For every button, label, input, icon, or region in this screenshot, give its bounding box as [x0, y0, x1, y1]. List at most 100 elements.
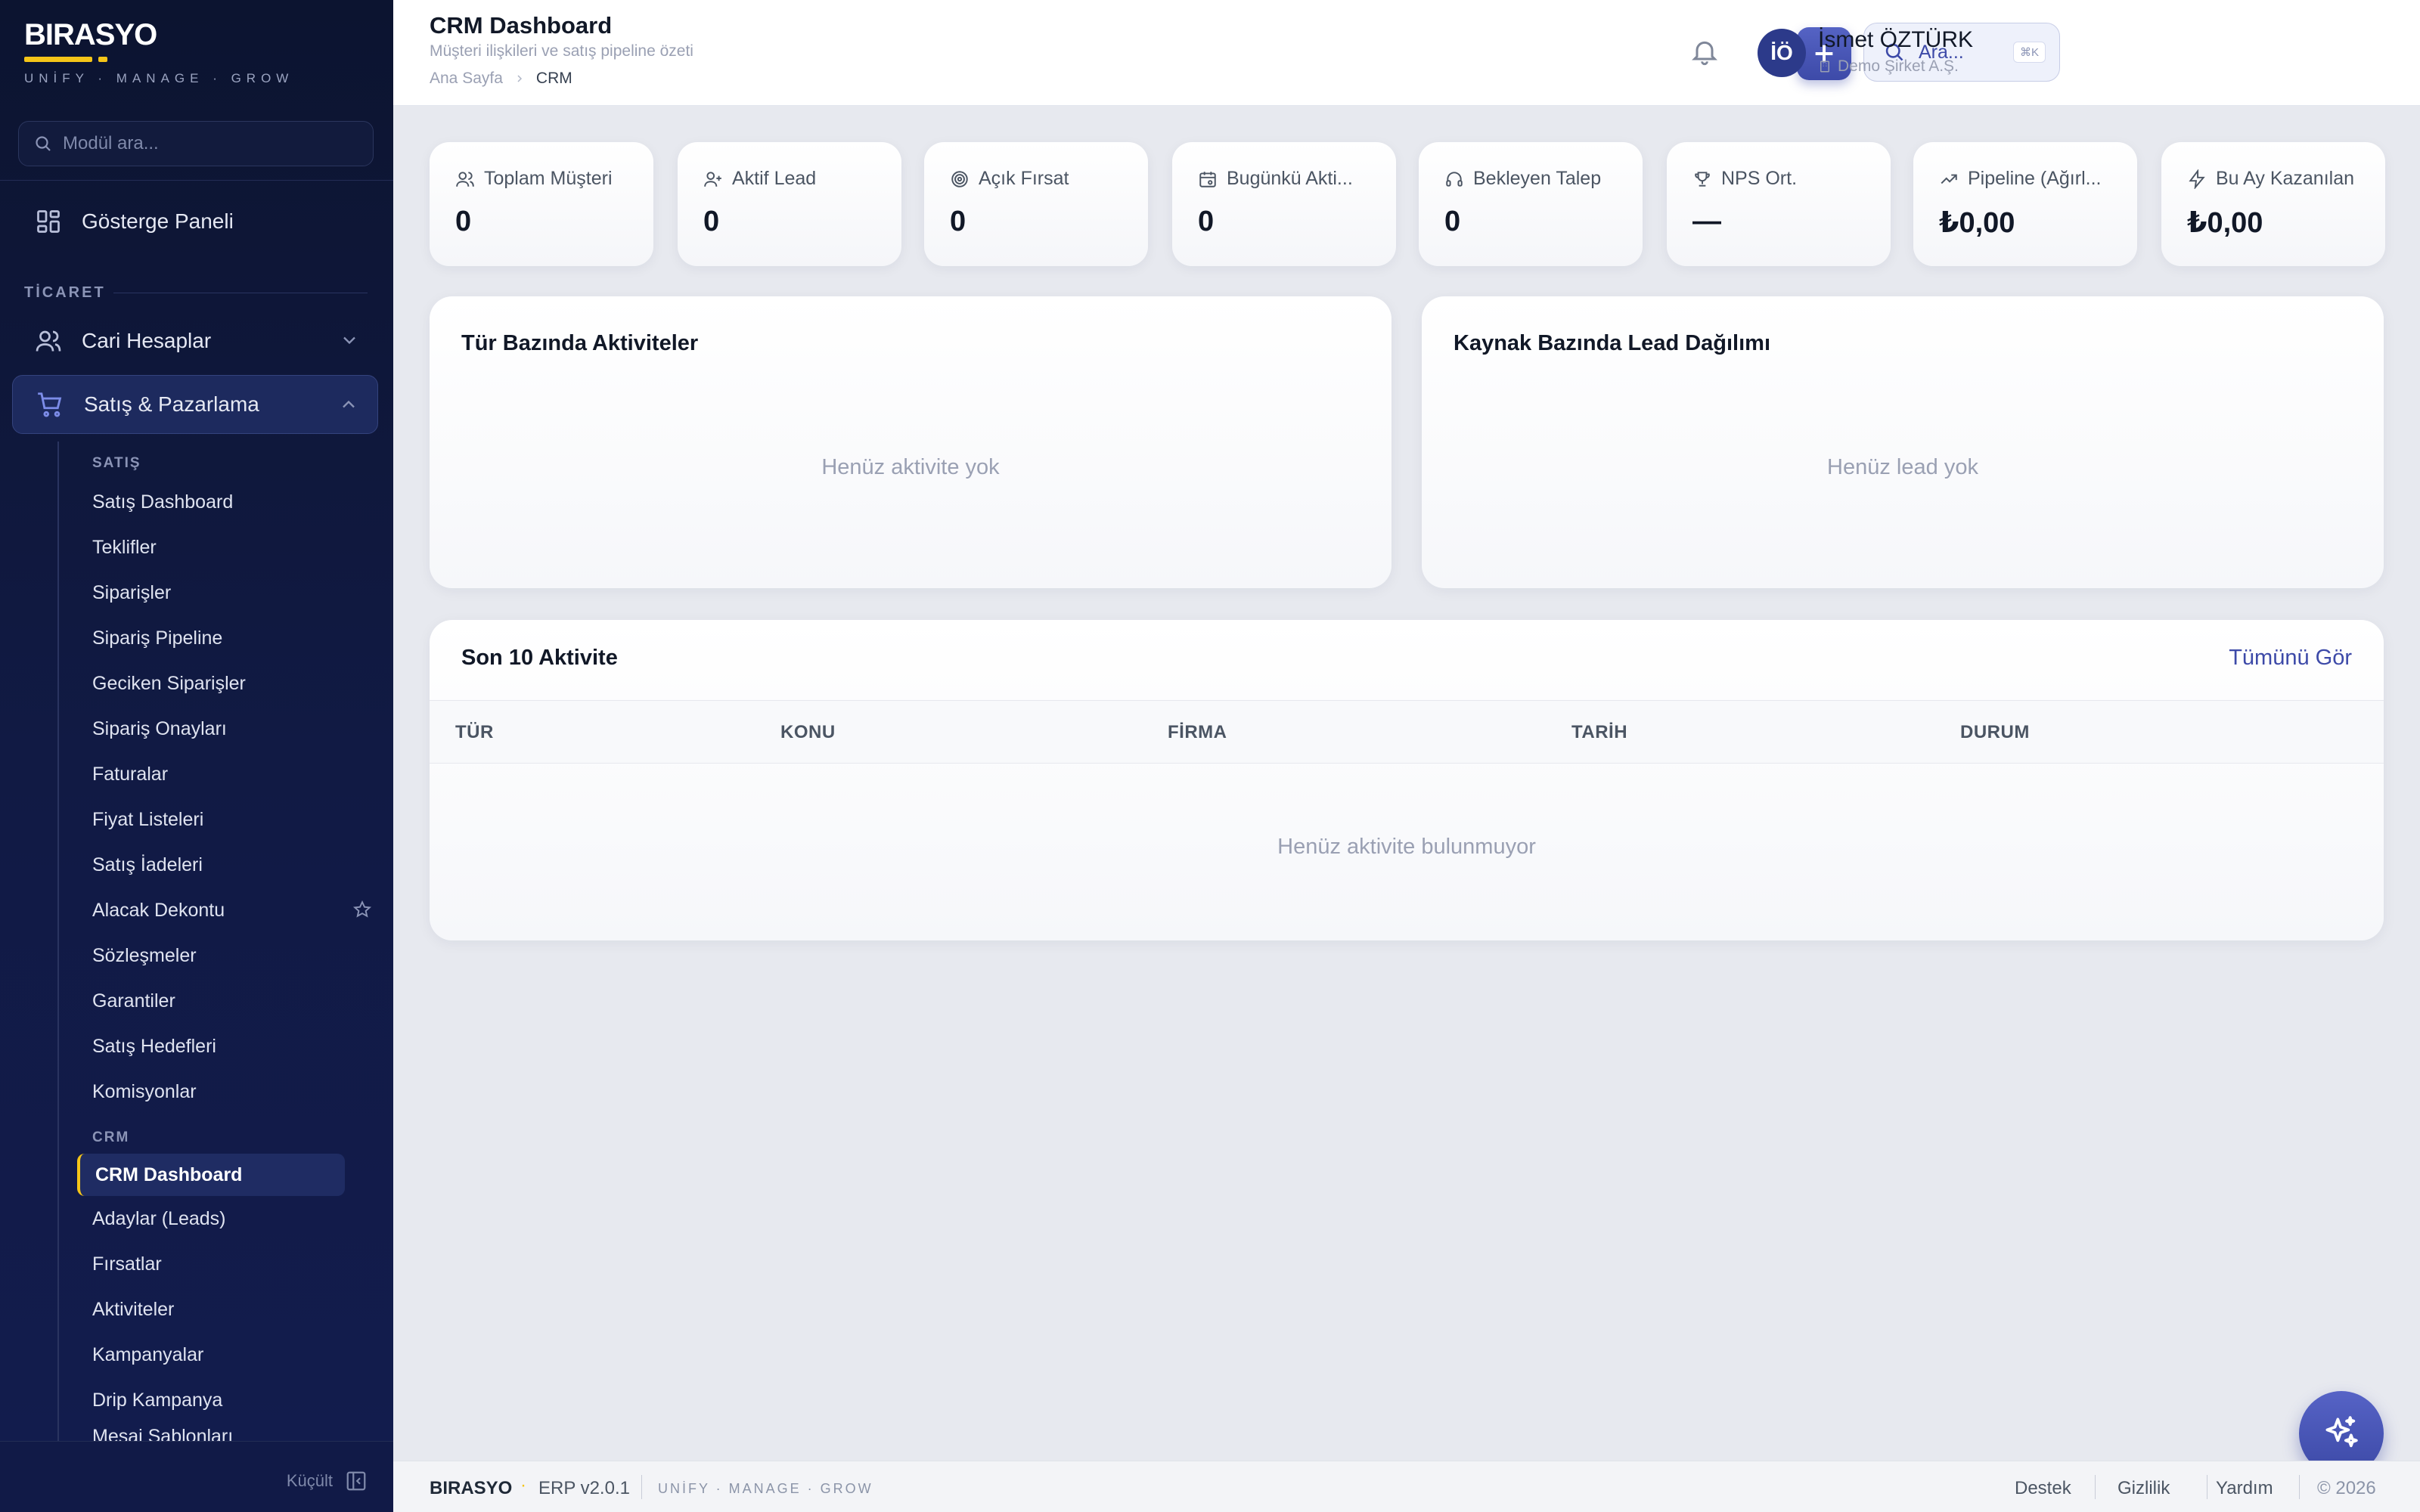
panel-title: Kaynak Bazında Lead Dağılımı: [1454, 331, 1771, 355]
stat-label-text: Bu Ay Kazanılan: [2216, 168, 2355, 189]
stat-value: ₺0,00: [1939, 207, 2015, 239]
stat-label-text: Bugünkü Akti...: [1227, 168, 1353, 189]
leads-by-source-panel: Kaynak Bazında Lead Dağılımı Henüz lead …: [1422, 296, 2384, 588]
footer-divider: [2299, 1475, 2300, 1499]
submenu-item-crm-dashboard[interactable]: CRM Dashboard: [77, 1154, 345, 1196]
stat-value: 0: [1444, 206, 1461, 237]
footer-brand: BIRASYO: [430, 1478, 513, 1498]
stat-label: Bugünkü Akti...: [1198, 168, 1353, 190]
stat-card-bugunku-aktivite[interactable]: Bugünkü Akti... 0: [1172, 142, 1396, 266]
submenu-item[interactable]: Siparişler: [92, 572, 372, 614]
column-header-konu[interactable]: KONU: [780, 722, 836, 743]
submenu-item[interactable]: Fırsatlar: [92, 1243, 372, 1285]
stat-value: 0: [455, 206, 472, 237]
column-header-tur[interactable]: TÜR: [455, 722, 494, 743]
brand-name: BIRASYO: [24, 18, 157, 51]
submenu-item[interactable]: Faturalar: [92, 753, 372, 795]
trending-up-icon: [1941, 174, 1957, 184]
sidebar-item-dashboard[interactable]: Gösterge Paneli: [12, 192, 378, 251]
sidebar: BIRASYO UNİFY · MANAGE · GROW Gösterge P…: [0, 0, 393, 1512]
sidebar-item-satis[interactable]: Satış & Pazarlama: [12, 375, 378, 434]
panel-title: Son 10 Aktivite: [461, 646, 618, 670]
submenu-item[interactable]: Aktiviteler: [92, 1288, 372, 1331]
stat-card-nps[interactable]: NPS Ort. —: [1667, 142, 1891, 266]
stat-label: Pipeline (Ağırl...: [1939, 168, 2101, 190]
stat-card-bekleyen-talep[interactable]: Bekleyen Talep 0: [1419, 142, 1643, 266]
brand-underline: [24, 57, 293, 62]
submenu-item[interactable]: Garantiler: [92, 980, 372, 1022]
users-icon: [36, 330, 61, 352]
submenu-item[interactable]: Kampanyalar: [92, 1334, 372, 1376]
chevron-up-icon: [343, 400, 355, 408]
submenu-item[interactable]: Adaylar (Leads): [92, 1198, 372, 1240]
brand-tagline: UNİFY · MANAGE · GROW: [24, 71, 294, 85]
stat-card-bu-ay-kazanilan[interactable]: Bu Ay Kazanılan ₺0,00: [2161, 142, 2385, 266]
submenu-item[interactable]: Komisyonlar: [92, 1070, 372, 1113]
user-company: Demo Şirket A.Ş.: [1818, 57, 1959, 76]
stat-card-toplam-musteri[interactable]: Toplam Müşteri 0: [430, 142, 653, 266]
breadcrumb-home[interactable]: Ana Sayfa: [430, 70, 503, 88]
brand-logo[interactable]: BIRASYO UNİFY · MANAGE · GROW: [24, 18, 293, 86]
submenu-item[interactable]: Sipariş Pipeline: [92, 617, 372, 659]
submenu-item[interactable]: Geciken Siparişler: [92, 662, 372, 705]
stat-value: —: [1692, 206, 1721, 237]
submenu-item[interactable]: Sözleşmeler: [92, 934, 372, 977]
star-icon[interactable]: [352, 900, 372, 919]
stat-card-pipeline[interactable]: Pipeline (Ağırl... ₺0,00: [1913, 142, 2137, 266]
stat-label: Açık Fırsat: [950, 168, 1069, 190]
submenu-item[interactable]: Teklifler: [92, 526, 372, 569]
empty-state-message: Henüz aktivite yok: [821, 455, 1000, 479]
column-header-tarih[interactable]: TARİH: [1571, 722, 1627, 743]
user-name[interactable]: İsmet ÖZTÜRK: [1818, 27, 1973, 53]
footer-copyright: © 2026: [2317, 1478, 2376, 1498]
sidebar-item-label: Gösterge Paneli: [82, 209, 234, 233]
footer-version: ERP v2.0.1: [538, 1478, 630, 1498]
stat-value: 0: [1198, 206, 1215, 237]
stat-label: Bu Ay Kazanılan: [2187, 168, 2354, 190]
activities-by-type-panel: Tür Bazında Aktiviteler Henüz aktivite y…: [430, 296, 1392, 588]
grid-icon: [37, 210, 60, 233]
column-header-durum[interactable]: DURUM: [1960, 722, 2030, 743]
submenu-item[interactable]: Satış Hedefleri: [92, 1025, 372, 1067]
footer-link-gizlilik[interactable]: Gizlilik: [2118, 1478, 2170, 1499]
page-footer: BIRASYO · ERP v2.0.1 UNİFY · MANAGE · GR…: [393, 1461, 2420, 1512]
group-label-satis: SATIŞ: [92, 455, 141, 471]
footer-link-yardim[interactable]: Yardım: [2216, 1478, 2273, 1499]
headset-icon: [1446, 171, 1463, 187]
collapse-sidebar-button[interactable]: Küçült: [287, 1470, 368, 1492]
breadcrumb: Ana Sayfa CRM: [430, 70, 572, 88]
sidebar-collapse-icon: [346, 1471, 366, 1491]
recent-activities-panel: Son 10 Aktivite Tümünü Gör TÜR KONU FİRM…: [430, 620, 2384, 940]
stat-label: Bekleyen Talep: [1444, 168, 1601, 190]
chevron-right-icon: [517, 75, 522, 82]
breadcrumb-current: CRM: [535, 70, 572, 87]
table-empty-message: Henüz aktivite bulunmuyor: [1277, 835, 1536, 859]
users-icon: [456, 171, 474, 187]
trophy-icon: [1695, 171, 1710, 187]
footer-divider: [2095, 1475, 2096, 1499]
footer-divider: [641, 1475, 642, 1499]
submenu-item[interactable]: Fiyat Listeleri: [92, 798, 372, 841]
module-search-input[interactable]: [63, 133, 350, 154]
submenu-item[interactable]: Sipariş Onayları: [92, 708, 372, 750]
footer-link-destek[interactable]: Destek: [2015, 1478, 2071, 1499]
zap-icon: [2189, 169, 2205, 189]
stat-card-aktif-lead[interactable]: Aktif Lead 0: [678, 142, 901, 266]
submenu-item[interactable]: Satış İadeleri: [92, 844, 372, 886]
sidebar-item-cari[interactable]: Cari Hesaplar: [12, 311, 378, 370]
sidebar-item-label: Cari Hesaplar: [82, 329, 212, 352]
view-all-link[interactable]: Tümünü Gör: [2229, 646, 2352, 671]
submenu-item[interactable]: Satış Dashboard: [92, 481, 372, 523]
stat-card-acik-firsat[interactable]: Açık Fırsat 0: [924, 142, 1148, 266]
table-header: TÜR KONU FİRMA TARİH DURUM: [430, 700, 2384, 764]
user-plus-icon: [704, 171, 721, 187]
submenu-item[interactable]: Drip Kampanya: [92, 1379, 372, 1421]
avatar[interactable]: İÖ: [1758, 29, 1806, 77]
module-search[interactable]: [18, 121, 374, 166]
submenu-item[interactable]: Alacak Dekontu: [92, 889, 372, 931]
stat-label-text: Toplam Müşteri: [484, 168, 613, 189]
column-header-firma[interactable]: FİRMA: [1168, 722, 1227, 743]
stat-label-text: Açık Fırsat: [979, 168, 1069, 189]
bell-icon[interactable]: [1689, 36, 1720, 67]
stat-label-text: Bekleyen Talep: [1473, 168, 1602, 189]
